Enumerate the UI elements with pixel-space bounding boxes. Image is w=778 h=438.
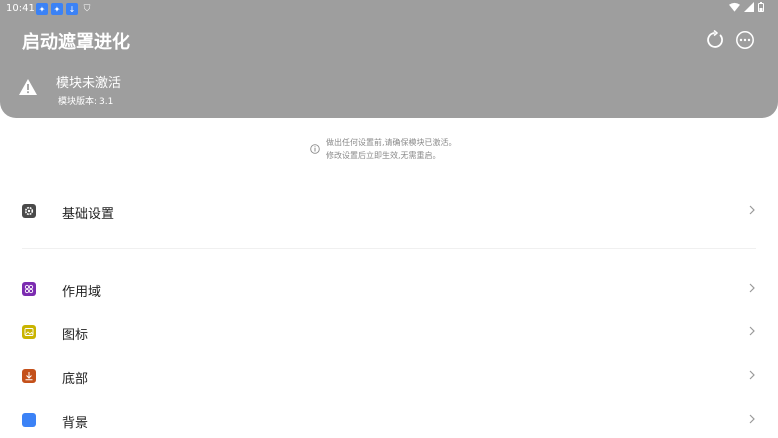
- setting-label-basic: 基础设置: [62, 207, 115, 222]
- more-icon: [736, 31, 754, 49]
- setting-label-background: 背景: [62, 416, 89, 431]
- chevron-right-icon: [749, 370, 755, 380]
- settings-notice: 做出任何设置前,请确保模块已激活。 修改设置后立即生效,无需重启。: [310, 136, 457, 162]
- gear-icon: [22, 204, 36, 218]
- chevron-right-icon: [749, 283, 755, 293]
- setting-row-background[interactable]: 背景: [0, 400, 778, 438]
- setting-row-scope[interactable]: 作用域: [0, 269, 778, 309]
- status-bar: 10:41 ✦ ✦ ↓ ⛉: [0, 0, 778, 18]
- status-time: 10:41: [6, 3, 35, 14]
- module-version: 模块版本: 3.1: [56, 94, 113, 107]
- info-icon: [310, 144, 320, 154]
- wifi-icon: [729, 2, 740, 12]
- setting-row-icon[interactable]: 图标: [0, 312, 778, 352]
- notification-app-icon: ✦: [36, 3, 48, 15]
- module-status-text: 模块未激活: [56, 76, 122, 91]
- chevron-right-icon: [749, 205, 755, 215]
- shield-icon: ⛉: [83, 4, 91, 14]
- status-right-icons: [729, 2, 764, 12]
- notification-icons: ✦ ✦ ↓ ⛉: [36, 3, 93, 15]
- scope-icon: [22, 282, 36, 296]
- chevron-right-icon: [749, 414, 755, 424]
- notice-line-1: 做出任何设置前,请确保模块已激活。: [326, 138, 457, 147]
- download-notification-icon: ↓: [66, 3, 78, 15]
- setting-label-bottom: 底部: [62, 372, 89, 387]
- notice-text: 做出任何设置前,请确保模块已激活。 修改设置后立即生效,无需重启。: [326, 136, 457, 162]
- module-version-value: 3.1: [99, 97, 114, 107]
- chevron-right-icon: [749, 326, 755, 336]
- background-icon: [22, 413, 36, 427]
- download-icon: [22, 369, 36, 383]
- page-title: 启动遮罩进化: [22, 32, 130, 53]
- module-version-label: 模块版本:: [58, 97, 98, 107]
- image-icon: [22, 325, 36, 339]
- warning-icon: [19, 79, 37, 95]
- setting-label-scope: 作用域: [62, 285, 102, 300]
- refresh-button[interactable]: [704, 29, 726, 51]
- notice-line-2: 修改设置后立即生效,无需重启。: [326, 151, 441, 160]
- app-header: 10:41 ✦ ✦ ↓ ⛉ 启动遮罩进化 模块未激活 模块版本: 3.1: [0, 0, 778, 118]
- notification-app-icon: ✦: [51, 3, 63, 15]
- signal-icon: [744, 2, 754, 12]
- battery-icon: [758, 2, 764, 12]
- more-options-button[interactable]: [734, 29, 756, 51]
- section-divider: [22, 248, 756, 249]
- setting-row-bottom[interactable]: 底部: [0, 356, 778, 396]
- setting-row-basic[interactable]: 基础设置: [0, 191, 778, 231]
- setting-label-icon: 图标: [62, 328, 89, 343]
- refresh-icon: [707, 30, 723, 48]
